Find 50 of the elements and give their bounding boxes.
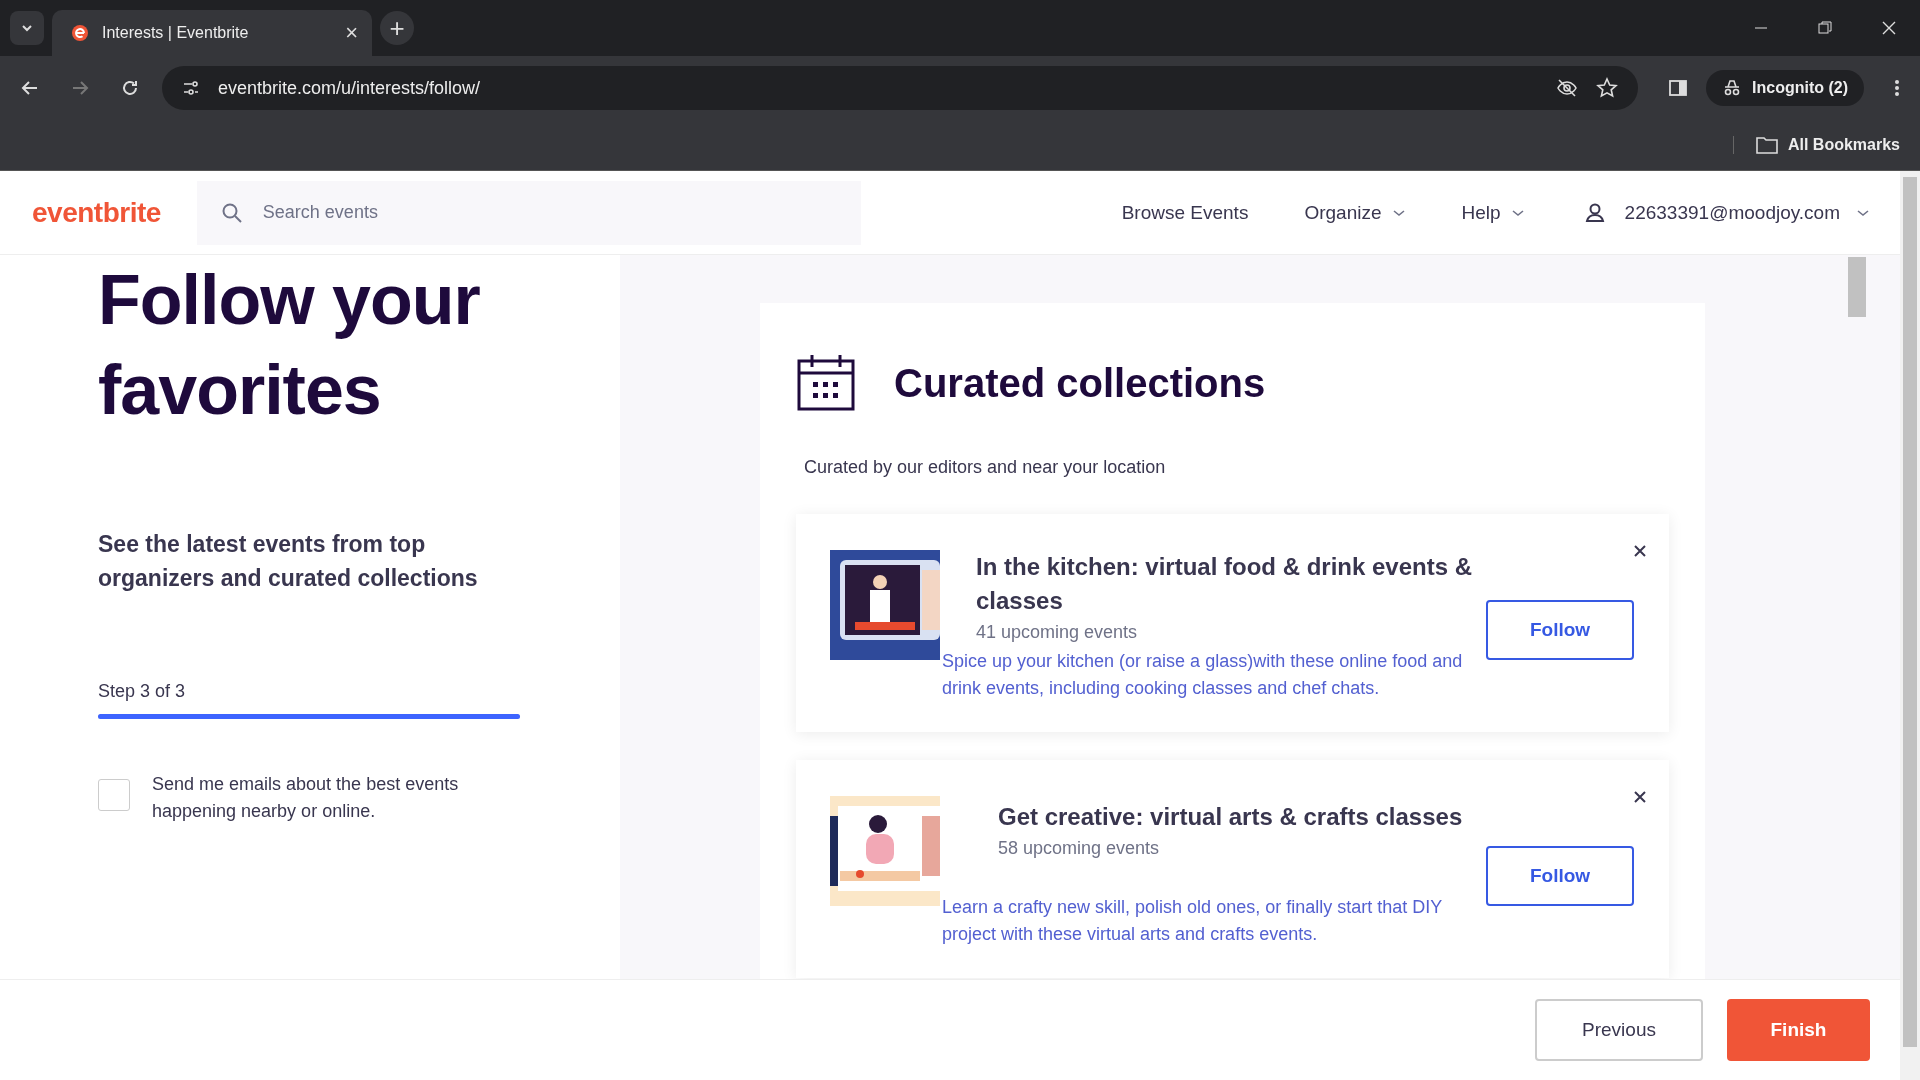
- incognito-button[interactable]: Incognito (2): [1706, 70, 1864, 106]
- reload-icon[interactable]: [120, 78, 140, 98]
- collection-title: In the kitchen: virtual food & drink events & classes: [976, 552, 1474, 616]
- page-title: Follow your favorites: [98, 260, 481, 431]
- previous-button[interactable]: Previous: [1535, 999, 1703, 1061]
- search-input[interactable]: Search events: [260, 201, 837, 224]
- nav-link[interactable]: Browse Events: [1121, 201, 1249, 224]
- nav-link[interactable]: Organize: [1304, 201, 1406, 224]
- side-panel-icon[interactable]: [1668, 78, 1688, 98]
- checkbox-label: Send me emails about the best events happening nearby or online.: [152, 773, 460, 823]
- star-icon[interactable]: [1596, 77, 1618, 99]
- menu-icon[interactable]: [1894, 78, 1900, 98]
- restore-icon[interactable]: [1818, 21, 1832, 35]
- browser-tab[interactable]: Interests | Eventbrite ×: [52, 10, 372, 56]
- folder-icon: [1755, 136, 1778, 154]
- account-menu[interactable]: 22633391@moodjoy.com: [1580, 198, 1870, 227]
- scrollbar[interactable]: [1900, 171, 1920, 1080]
- close-tab-button[interactable]: ×: [345, 20, 358, 46]
- section-title: Curated collections: [894, 360, 1266, 406]
- chevron-down-icon: [1510, 207, 1525, 218]
- chevron-down-icon: [1856, 207, 1870, 218]
- search-field[interactable]: Search events: [196, 180, 861, 245]
- calendar-icon: [796, 353, 856, 413]
- event-count: 41 upcoming events: [976, 622, 1139, 643]
- collection-description: Learn a crafty new skill, polish old ones, or finally start that DIY project with these virtual arts and crafts events.: [942, 896, 1443, 946]
- chevron-down-icon: [21, 22, 33, 34]
- follow-button[interactable]: Follow: [1486, 846, 1634, 906]
- incognito-icon: [1722, 78, 1742, 98]
- eye-slash-icon[interactable]: [1556, 77, 1578, 99]
- site-logo-icon: [70, 23, 90, 43]
- nav-link[interactable]: Help: [1461, 201, 1525, 224]
- url-text: eventbrite.com/u/interests/follow/: [218, 77, 481, 99]
- step-indicator: Step 3 of 3: [98, 681, 187, 702]
- collection-title: Get creative: virtual arts & crafts classes: [998, 802, 1464, 832]
- tab-list-button[interactable]: [10, 11, 44, 45]
- page-subtitle: See the latest events from top organizers and curated collections: [98, 530, 479, 593]
- address-bar[interactable]: eventbrite.com/u/interests/follow/: [162, 66, 1638, 110]
- collection-description: Spice up your kitchen (or raise a glass)with these online food and drink events, including cooking classes and chef chats.: [942, 650, 1464, 700]
- section-subtitle: Curated by our editors and near your location: [804, 457, 1167, 478]
- search-icon: [220, 201, 243, 224]
- new-tab-button[interactable]: +: [380, 11, 414, 45]
- close-icon[interactable]: [1633, 544, 1647, 558]
- chevron-down-icon: [1391, 207, 1406, 218]
- tab-title: Interests | Eventbrite: [102, 24, 250, 42]
- follow-button[interactable]: Follow: [1486, 600, 1634, 660]
- checkbox[interactable]: [98, 779, 130, 811]
- close-icon[interactable]: [1633, 790, 1647, 804]
- site-settings-icon: [182, 79, 200, 97]
- all-bookmarks-button[interactable]: All Bookmarks: [1732, 136, 1900, 154]
- event-count: 58 upcoming events: [998, 838, 1161, 859]
